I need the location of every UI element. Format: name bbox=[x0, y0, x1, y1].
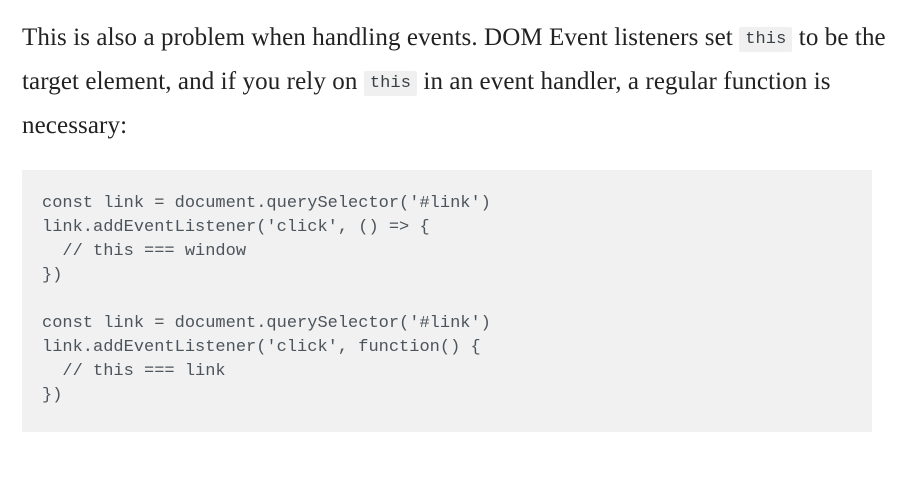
code-block-container: const link = document.querySelector('#li… bbox=[0, 170, 918, 432]
code-block-content: const link = document.querySelector('#li… bbox=[42, 194, 491, 405]
inline-code-this-second: this bbox=[363, 71, 418, 96]
paragraph-this-in-event-handlers: This is also a problem when handling eve… bbox=[0, 0, 914, 147]
paragraph-text-segment-1: This is also a problem when handling eve… bbox=[22, 24, 740, 51]
article-body: This is also a problem when handling eve… bbox=[0, 0, 918, 432]
code-block-event-listener-examples[interactable]: const link = document.querySelector('#li… bbox=[22, 170, 872, 432]
article-page: This is also a problem when handling eve… bbox=[0, 0, 918, 503]
inline-code-this-first: this bbox=[739, 27, 793, 52]
